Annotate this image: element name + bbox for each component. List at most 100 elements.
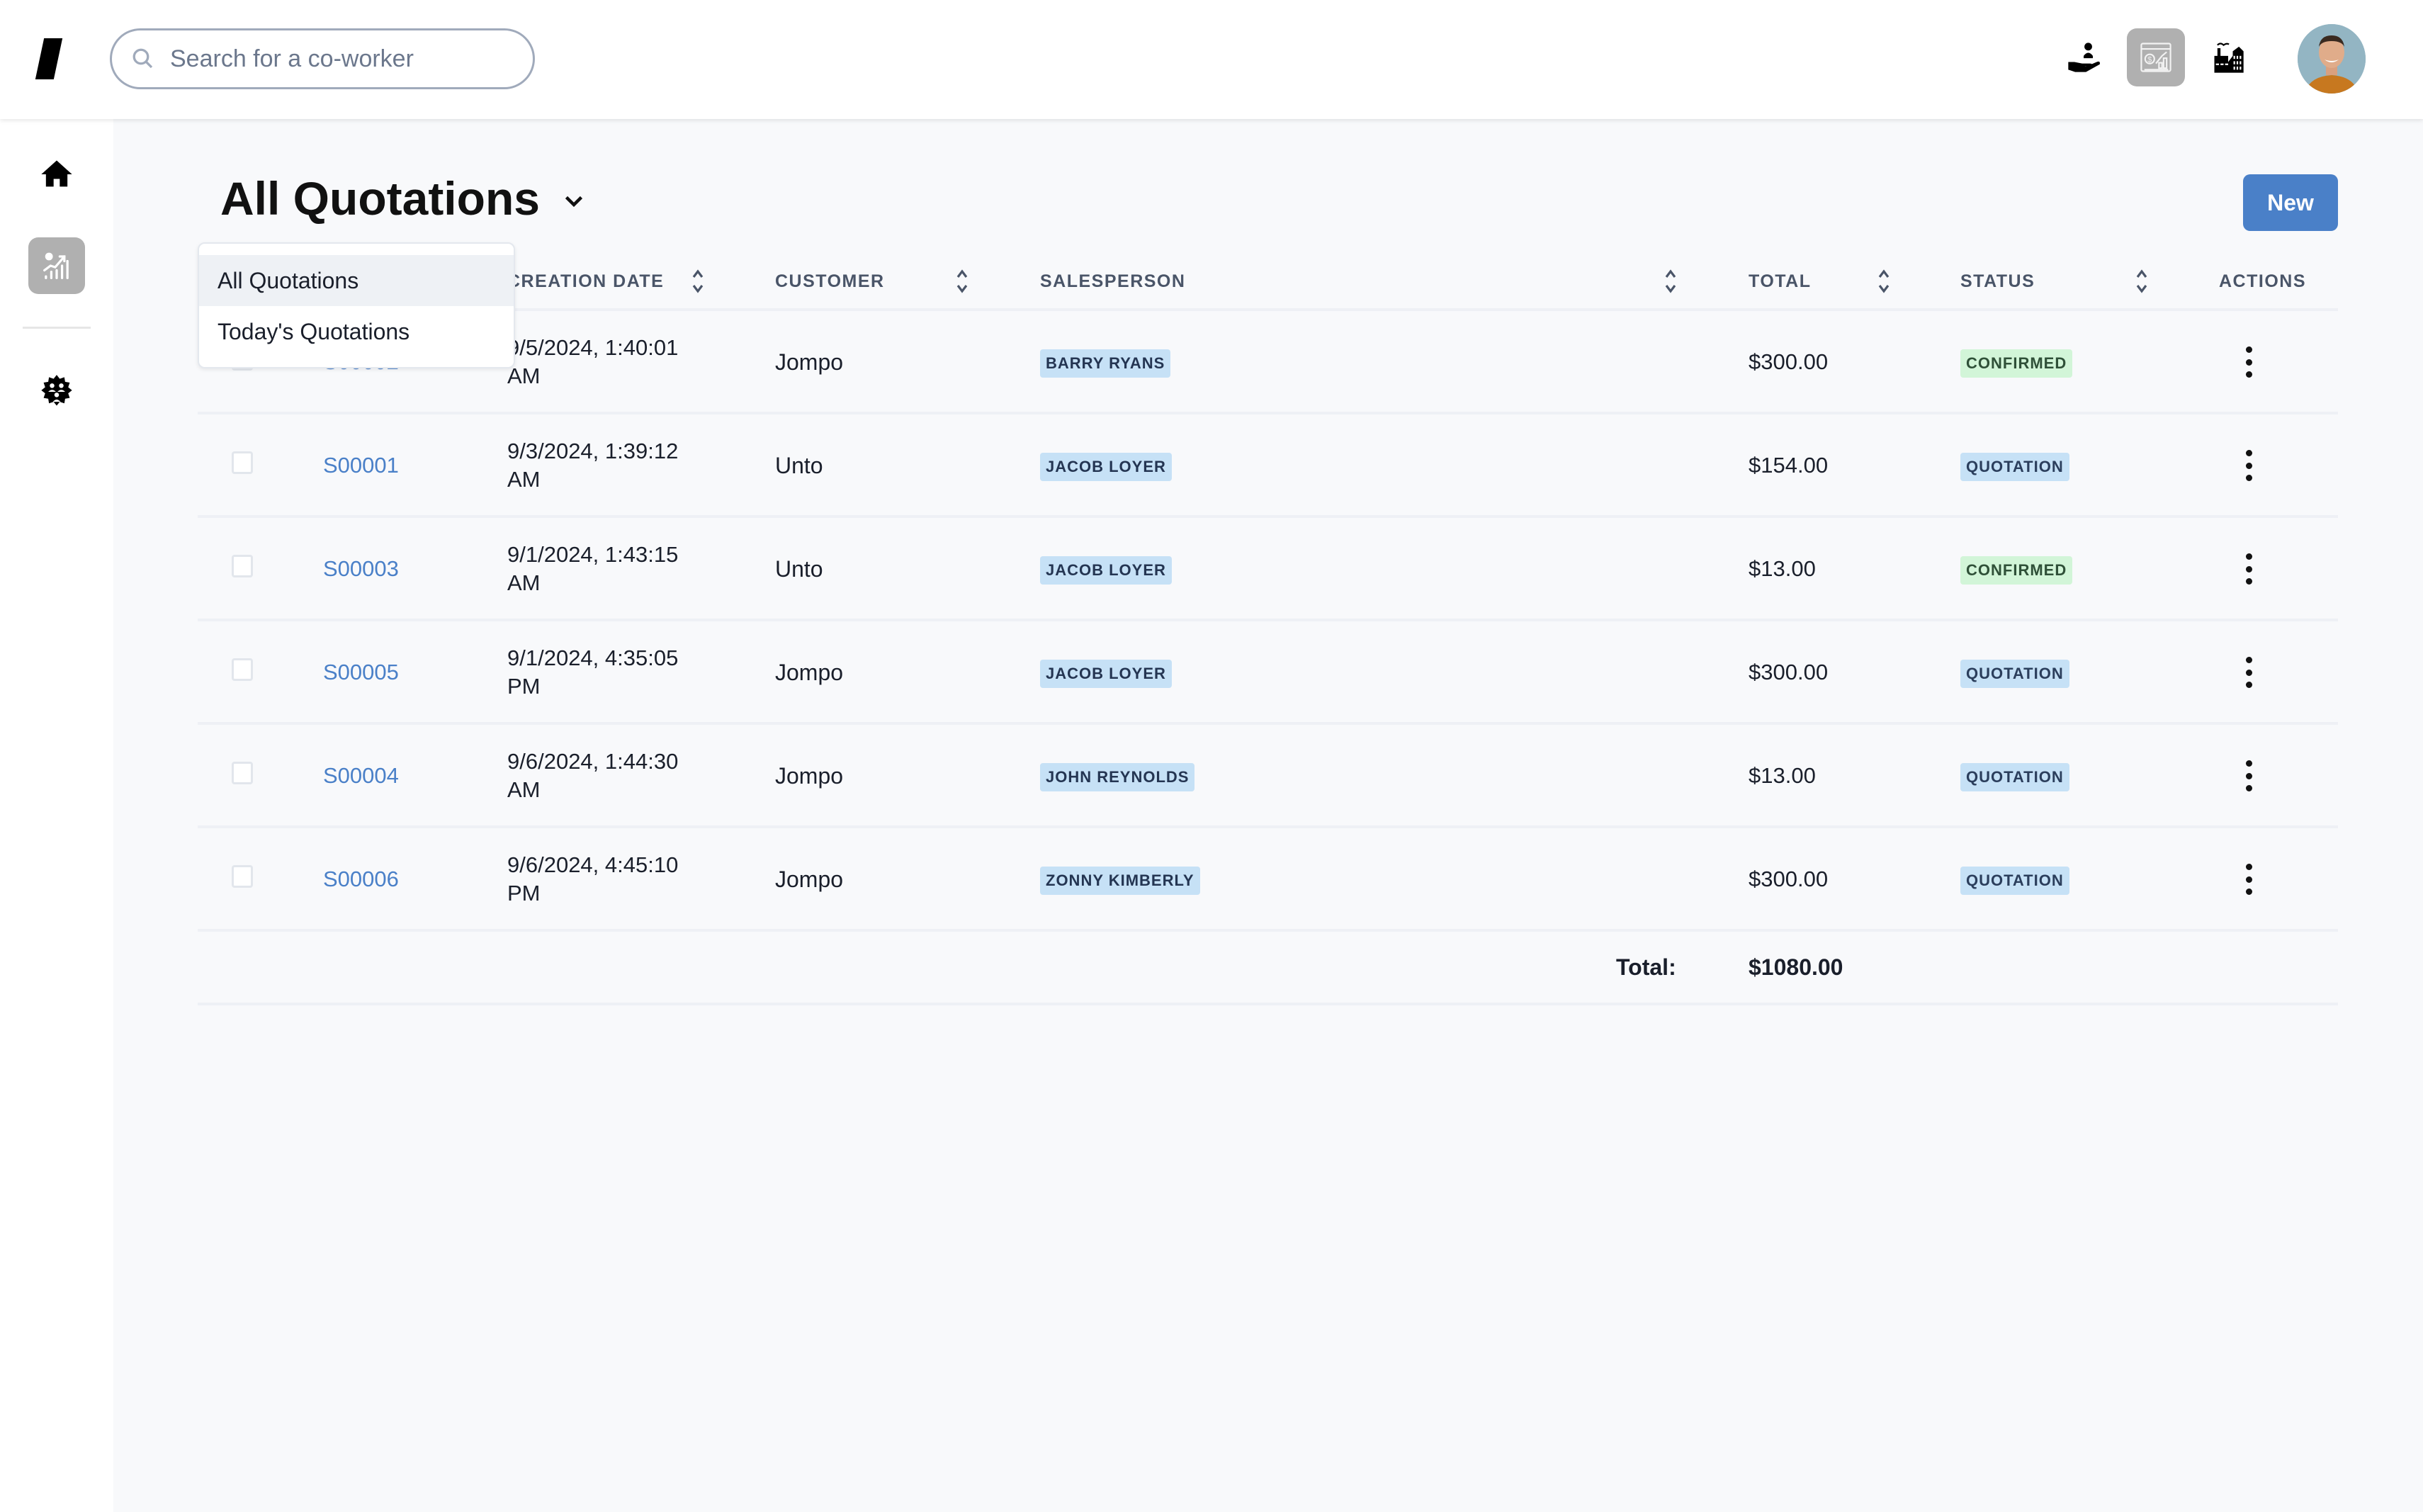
more-vertical-icon bbox=[2245, 346, 2252, 353]
row-actions-menu[interactable] bbox=[2238, 861, 2259, 898]
table-row[interactable]: S00004 9/6/2024, 1:44:30 AM Jompo JOHN RE… bbox=[198, 725, 2338, 828]
column-header-total[interactable]: TOTAL bbox=[1749, 271, 1812, 292]
table-footer-total: Total: $1080.00 bbox=[198, 932, 2338, 1005]
table-row[interactable]: S00006 9/6/2024, 4:45:10 PM Jompo ZONNY K… bbox=[198, 828, 2338, 932]
new-quotation-button[interactable]: New bbox=[2243, 174, 2338, 231]
hand-user-icon bbox=[2068, 43, 2100, 72]
search-box[interactable] bbox=[110, 28, 535, 89]
creation-date: 9/1/2024, 1:43:15 AM bbox=[507, 542, 679, 595]
view-selector[interactable]: All Quotations bbox=[220, 171, 587, 225]
salesperson-badge: JOHN REYNOLDS bbox=[1040, 763, 1195, 791]
salesperson-badge: BARRY RYANS bbox=[1040, 349, 1171, 378]
column-header-customer[interactable]: CUSTOMER bbox=[775, 271, 885, 292]
hand-user-button[interactable] bbox=[2055, 28, 2113, 86]
factory-icon bbox=[2214, 43, 2244, 73]
chevron-down-icon bbox=[565, 196, 583, 208]
sidebar bbox=[0, 119, 113, 1512]
quotation-number-link[interactable]: S00001 bbox=[323, 453, 399, 478]
quotation-number-link[interactable]: S00006 bbox=[323, 867, 399, 892]
table-row[interactable]: S00005 9/1/2024, 4:35:05 PM Jompo JACOB L… bbox=[198, 621, 2338, 725]
column-header-actions: ACTIONS bbox=[2219, 271, 2306, 291]
more-vertical-icon bbox=[2245, 657, 2252, 663]
creation-date: 9/1/2024, 4:35:05 PM bbox=[507, 645, 679, 699]
sidebar-divider bbox=[23, 327, 91, 329]
column-header-status[interactable]: STATUS bbox=[1960, 271, 2035, 292]
status-badge: QUOTATION bbox=[1960, 763, 2069, 791]
row-checkbox[interactable] bbox=[232, 762, 253, 784]
creation-date: 9/3/2024, 1:39:12 AM bbox=[507, 439, 679, 492]
search-icon bbox=[132, 48, 153, 69]
table-header: NUMBER CREATION DATE CUSTOMER SALESPERSO… bbox=[198, 252, 2338, 311]
row-checkbox[interactable] bbox=[232, 555, 253, 577]
factory-button[interactable] bbox=[2199, 28, 2257, 86]
customer-name: Unto bbox=[775, 556, 823, 582]
app-logo[interactable] bbox=[35, 38, 63, 79]
salesperson-badge: JACOB LOYER bbox=[1040, 453, 1172, 481]
sort-icon[interactable] bbox=[954, 267, 971, 295]
creation-date: 9/6/2024, 1:44:30 AM bbox=[507, 749, 679, 802]
more-vertical-icon bbox=[2245, 864, 2252, 870]
customer-name: Jompo bbox=[775, 763, 844, 789]
sales-dashboard-icon: $ bbox=[2140, 43, 2171, 72]
row-actions-menu[interactable] bbox=[2238, 551, 2259, 587]
quotation-number-link[interactable]: S00003 bbox=[323, 556, 399, 582]
column-header-creation-date[interactable]: CREATION DATE bbox=[507, 271, 664, 292]
sidebar-item-home[interactable] bbox=[28, 146, 85, 203]
total-label: Total: bbox=[1616, 954, 1676, 980]
sort-icon[interactable] bbox=[689, 267, 706, 295]
user-photo-icon bbox=[2298, 24, 2366, 94]
status-badge: QUOTATION bbox=[1960, 867, 2069, 895]
column-header-salesperson[interactable]: SALESPERSON bbox=[1040, 271, 1185, 292]
row-total: $154.00 bbox=[1749, 453, 1829, 478]
salesperson-badge: JACOB LOYER bbox=[1040, 660, 1172, 688]
more-vertical-icon bbox=[2245, 450, 2252, 456]
customer-name: Jompo bbox=[775, 349, 844, 375]
dropdown-option-all-quotations[interactable]: All Quotations bbox=[199, 255, 514, 306]
sales-dashboard-button[interactable]: $ bbox=[2127, 28, 2185, 86]
row-checkbox[interactable] bbox=[232, 658, 253, 681]
row-total: $300.00 bbox=[1749, 349, 1829, 374]
table-row[interactable]: S00002 9/5/2024, 1:40:01AM Jompo BARRY R… bbox=[198, 311, 2338, 414]
sidebar-item-team-settings[interactable] bbox=[28, 363, 85, 420]
sales-chart-icon bbox=[43, 252, 69, 279]
dropdown-option-todays-quotations[interactable]: Today's Quotations bbox=[199, 306, 514, 357]
sidebar-item-sales[interactable] bbox=[28, 237, 85, 294]
sort-icon[interactable] bbox=[1875, 267, 1892, 295]
user-avatar[interactable] bbox=[2298, 24, 2366, 94]
quotation-number-link[interactable]: S00005 bbox=[323, 660, 399, 685]
total-value: $1080.00 bbox=[1749, 954, 1843, 980]
home-icon bbox=[41, 160, 72, 187]
table-row[interactable]: S00001 9/3/2024, 1:39:12 AM Unto JACOB LO… bbox=[198, 414, 2338, 518]
row-total: $13.00 bbox=[1749, 556, 1816, 581]
quotations-table: NUMBER CREATION DATE CUSTOMER SALESPERSO… bbox=[198, 252, 2338, 1005]
team-settings-icon bbox=[41, 375, 72, 406]
customer-name: Jompo bbox=[775, 867, 844, 892]
salesperson-badge: ZONNY KIMBERLY bbox=[1040, 867, 1200, 895]
more-vertical-icon bbox=[2245, 760, 2252, 767]
table-row[interactable]: S00003 9/1/2024, 1:43:15 AM Unto JACOB LO… bbox=[198, 518, 2338, 621]
row-actions-menu[interactable] bbox=[2238, 757, 2259, 794]
sort-icon[interactable] bbox=[1662, 267, 1679, 295]
row-actions-menu[interactable] bbox=[2238, 447, 2259, 484]
row-checkbox[interactable] bbox=[232, 451, 253, 474]
row-total: $13.00 bbox=[1749, 763, 1816, 788]
svg-text:$: $ bbox=[2147, 56, 2152, 64]
customer-name: Jompo bbox=[775, 660, 844, 685]
status-badge: QUOTATION bbox=[1960, 660, 2069, 688]
page-title: All Quotations bbox=[220, 172, 540, 225]
more-vertical-icon bbox=[2245, 553, 2252, 560]
search-input[interactable] bbox=[170, 45, 510, 73]
creation-date: 9/5/2024, 1:40:01 AM bbox=[507, 335, 679, 388]
row-total: $300.00 bbox=[1749, 867, 1829, 891]
creation-date: 9/6/2024, 4:45:10 PM bbox=[507, 852, 679, 905]
quotation-number-link[interactable]: S00004 bbox=[323, 763, 399, 789]
row-actions-menu[interactable] bbox=[2238, 654, 2259, 691]
sort-icon[interactable] bbox=[2133, 267, 2150, 295]
salesperson-badge: JACOB LOYER bbox=[1040, 556, 1172, 585]
row-actions-menu[interactable] bbox=[2238, 344, 2259, 380]
view-dropdown-menu: All Quotations Today's Quotations bbox=[198, 242, 515, 368]
status-badge: CONFIRMED bbox=[1960, 556, 2073, 585]
row-total: $300.00 bbox=[1749, 660, 1829, 684]
top-bar: $ bbox=[0, 0, 2423, 119]
row-checkbox[interactable] bbox=[232, 865, 253, 888]
